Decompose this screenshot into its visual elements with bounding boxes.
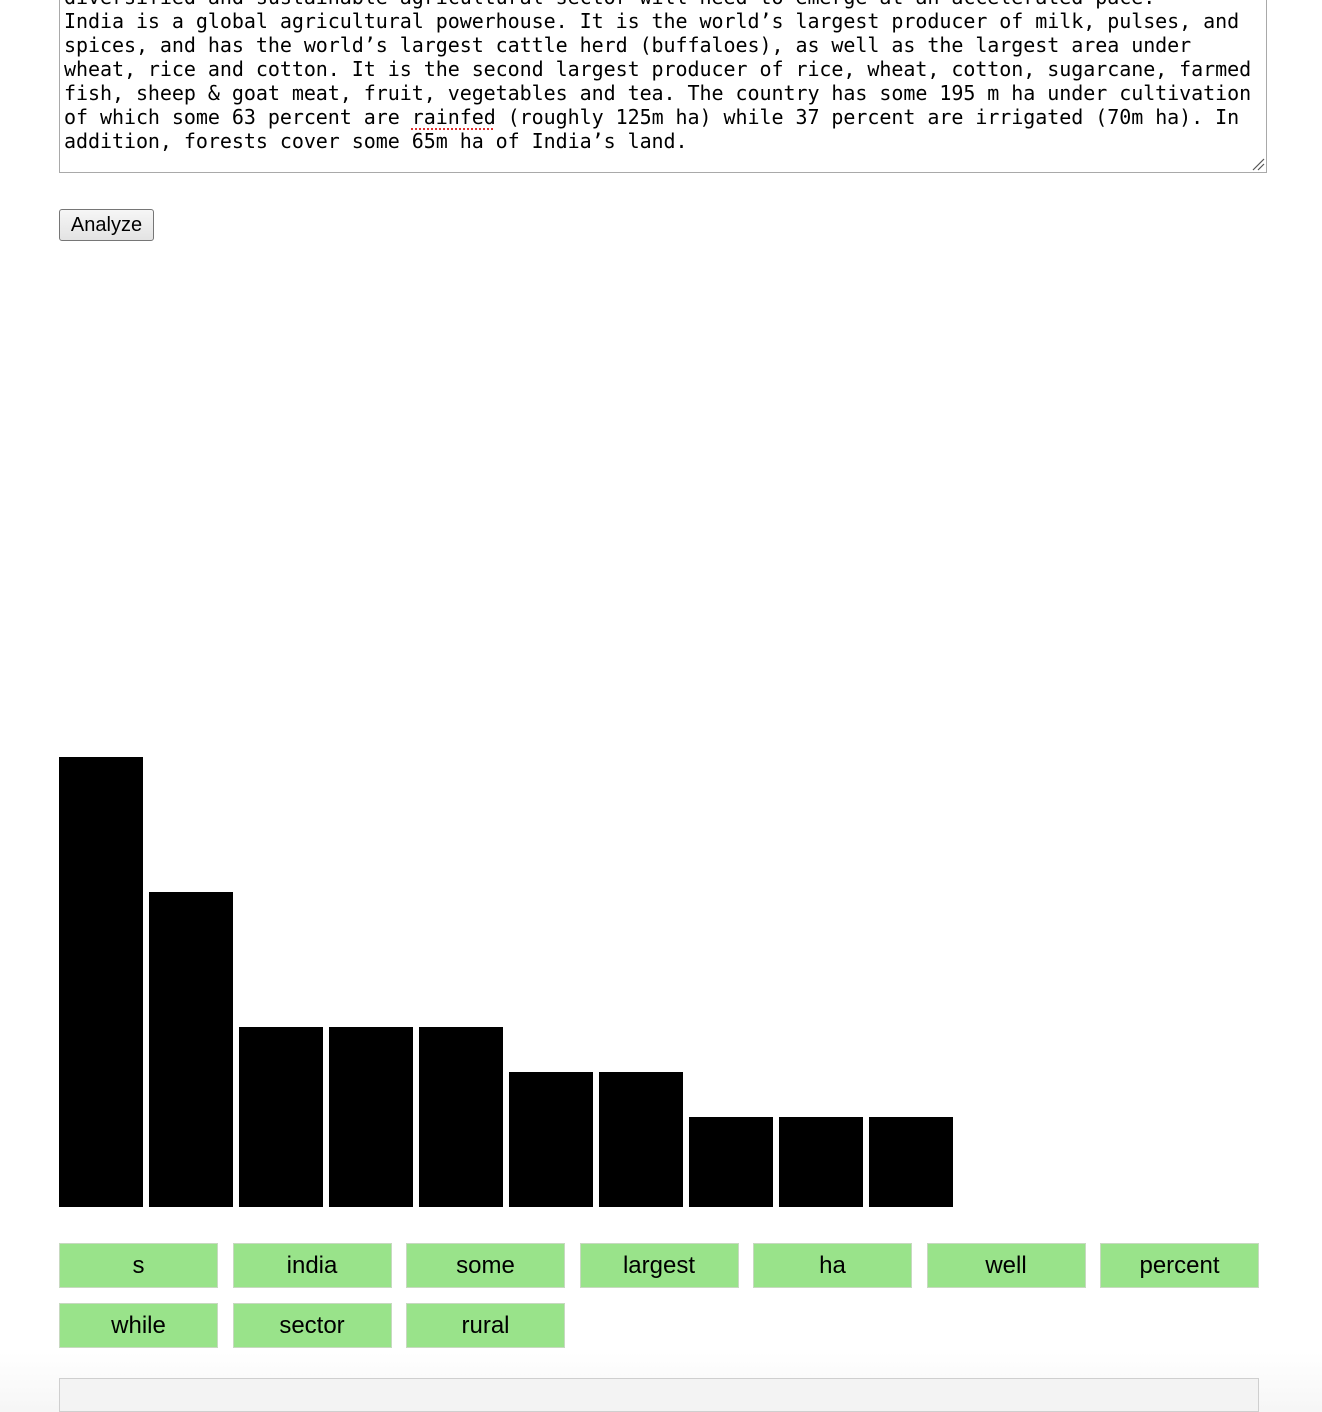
word-chip[interactable]: some bbox=[406, 1243, 565, 1288]
chart-bar bbox=[239, 1027, 323, 1207]
word-chip[interactable]: ha bbox=[753, 1243, 912, 1288]
chart-bar bbox=[509, 1072, 593, 1207]
word-chip[interactable]: sector bbox=[232, 1303, 392, 1348]
chart-bar bbox=[869, 1117, 953, 1207]
text-input[interactable]: diversified and sustainable agricultural… bbox=[59, 0, 1267, 173]
word-chip[interactable]: well bbox=[926, 1243, 1086, 1288]
word-chip[interactable]: while bbox=[59, 1303, 218, 1348]
result-output bbox=[59, 1378, 1259, 1412]
text-input-content: diversified and sustainable agricultural… bbox=[64, 0, 1262, 153]
analyze-button[interactable]: Analyze bbox=[59, 209, 154, 241]
chart-bar bbox=[329, 1027, 413, 1207]
chart-bar bbox=[149, 892, 233, 1207]
page: diversified and sustainable agricultural… bbox=[0, 0, 1322, 1412]
text-line: of which some 63 percent are bbox=[64, 105, 412, 129]
text-line: spices, and has the world’s largest catt… bbox=[64, 33, 1192, 57]
word-chip[interactable]: india bbox=[232, 1243, 392, 1288]
text-line: fish, sheep & goat meat, fruit, vegetabl… bbox=[64, 81, 1252, 105]
chart-bar bbox=[59, 757, 143, 1207]
chart-bar bbox=[599, 1072, 683, 1207]
word-chip[interactable]: percent bbox=[1100, 1243, 1259, 1288]
word-chip[interactable]: s bbox=[59, 1243, 218, 1288]
resize-handle-icon[interactable] bbox=[1251, 157, 1265, 171]
text-line: addition, forests cover some 65m ha of I… bbox=[64, 129, 688, 153]
chart-bar bbox=[779, 1117, 863, 1207]
text-line: diversified and sustainable agricultural… bbox=[64, 0, 1155, 9]
text-line: India is a global agricultural powerhous… bbox=[64, 9, 1240, 33]
chart-bar bbox=[419, 1027, 503, 1207]
word-frequency-chart bbox=[59, 757, 953, 1207]
word-chip[interactable]: largest bbox=[579, 1243, 739, 1288]
chart-bar bbox=[689, 1117, 773, 1207]
text-line: wheat, rice and cotton. It is the second… bbox=[64, 57, 1252, 81]
misspelled-word[interactable]: rainfed bbox=[412, 105, 496, 129]
text-line: (roughly 125m ha) while 37 percent are i… bbox=[495, 105, 1240, 129]
word-chip[interactable]: rural bbox=[406, 1303, 565, 1348]
